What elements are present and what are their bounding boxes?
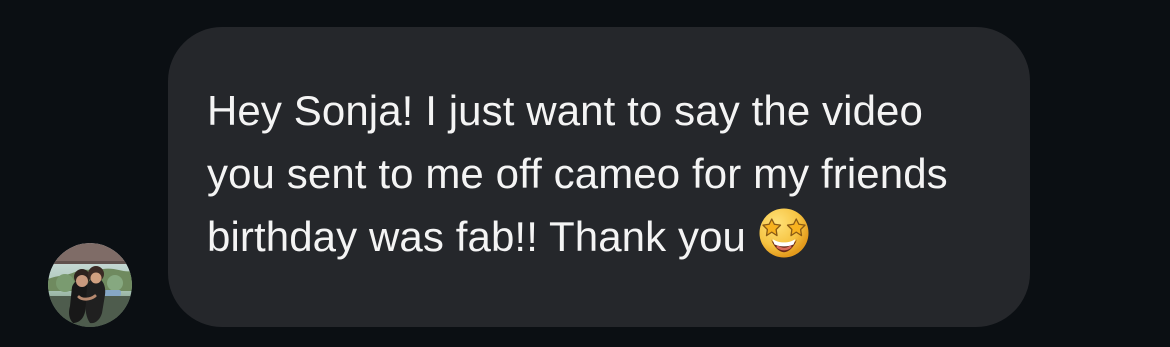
star-struck-icon [756, 205, 812, 261]
sender-avatar[interactable] [48, 243, 132, 327]
message-body: Hey Sonja! I just want to say the video … [207, 87, 960, 260]
message-text: Hey Sonja! I just want to say the video … [207, 79, 990, 268]
profile-photo-icon [48, 243, 132, 327]
message-bubble[interactable]: Hey Sonja! I just want to say the video … [168, 27, 1030, 327]
incoming-message-row: Hey Sonja! I just want to say the video … [0, 0, 1170, 347]
